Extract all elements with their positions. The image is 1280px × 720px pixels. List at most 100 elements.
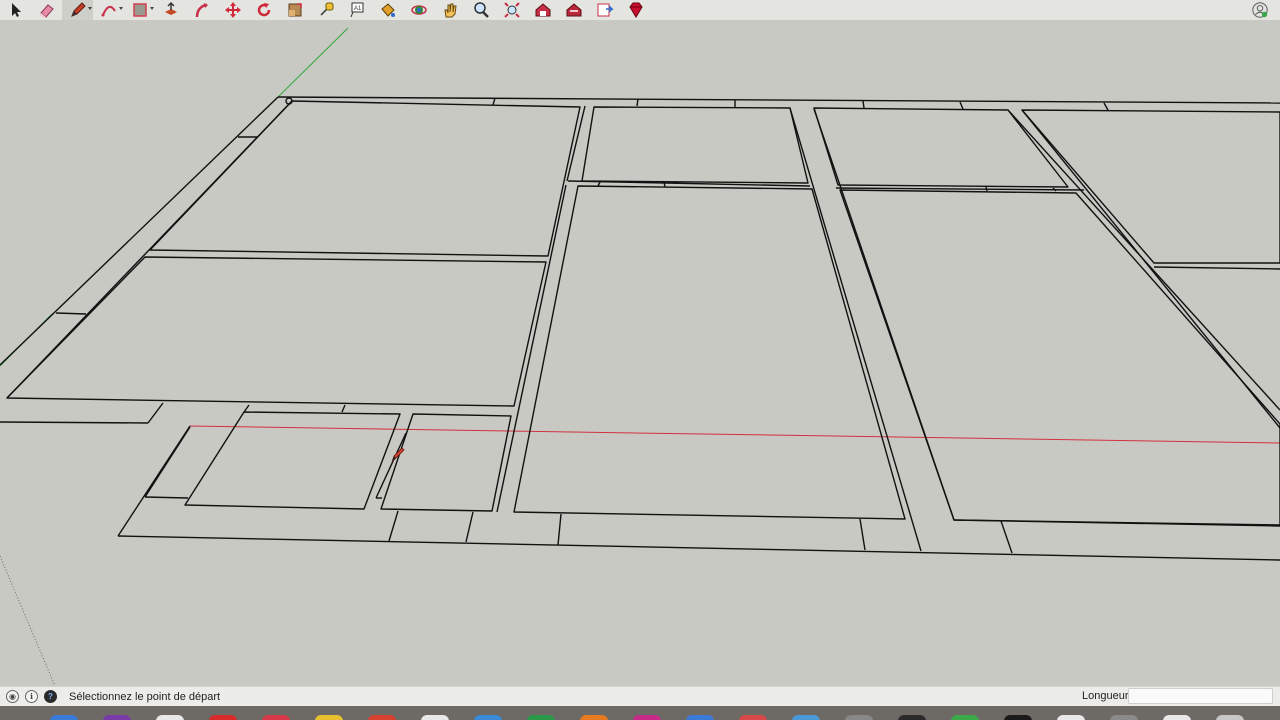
floor-plan-edges	[0, 96, 1280, 561]
wall-tick	[636, 98, 639, 107]
measurements-label: Longueur	[1082, 690, 1129, 702]
dropdown-caret-icon[interactable]	[119, 7, 123, 10]
credits-icon[interactable]: ℹ	[25, 690, 38, 703]
wall-tick	[492, 97, 496, 106]
dock-app-icon[interactable]	[1163, 715, 1191, 720]
select-tool-button[interactable]	[0, 0, 31, 20]
wall-left-middle	[496, 184, 567, 513]
tape-measure-tool-button[interactable]	[310, 0, 341, 20]
room-bottom-small-2	[380, 413, 512, 512]
paint-bucket-tool-button[interactable]	[372, 0, 403, 20]
move-tool-button[interactable]	[217, 0, 248, 20]
dock-app-icon[interactable]	[633, 715, 661, 720]
wall-segment	[859, 518, 866, 551]
green-axis	[277, 27, 349, 98]
wall-tick	[862, 100, 865, 109]
dock-app-icon[interactable]	[262, 715, 290, 720]
zoom-tool-button[interactable]	[465, 0, 496, 20]
bottom-wall	[147, 402, 164, 424]
floor-plan-drawing	[0, 27, 1280, 686]
wall-right-middle	[813, 108, 955, 521]
dock-app-icon[interactable]	[103, 715, 131, 720]
rotate-tool-icon	[257, 3, 270, 17]
follow-me-tool-button[interactable]	[186, 0, 217, 20]
send-to-layout-button[interactable]	[589, 0, 620, 20]
move-tool-icon	[224, 2, 241, 18]
tape-measure-tool-icon	[319, 2, 333, 16]
line-tool-button[interactable]	[62, 0, 93, 20]
follow-me-tool-icon	[195, 3, 208, 18]
eraser-tool-button[interactable]	[31, 0, 62, 20]
line-tool-icon	[70, 2, 86, 17]
text-tool-icon: A1	[350, 2, 363, 18]
dock-app-icon[interactable]	[209, 715, 237, 720]
wall-right-middle	[789, 107, 922, 552]
pan-tool-button[interactable]	[434, 0, 465, 20]
dock-app-icon[interactable]	[156, 715, 184, 720]
paint-bucket-tool-icon	[380, 3, 395, 17]
rotate-tool-button[interactable]	[248, 0, 279, 20]
wall-tick	[985, 186, 988, 192]
extension-warehouse-button[interactable]	[558, 0, 589, 20]
room-top-left	[149, 100, 581, 257]
dock-app-icon[interactable]	[315, 715, 343, 720]
outer-wall-left	[0, 96, 279, 366]
dock-app-icon[interactable]	[1216, 715, 1244, 720]
extension-manager-button[interactable]	[620, 0, 651, 20]
modeling-viewport[interactable]	[0, 20, 1280, 686]
wall-tick	[663, 181, 666, 188]
right-wall-edge	[1153, 266, 1280, 270]
dock-app-icon[interactable]	[50, 715, 78, 720]
instructor-icon[interactable]: ?	[44, 690, 57, 703]
dock-app-icon[interactable]	[421, 715, 449, 720]
extension-manager-icon	[628, 2, 643, 18]
geo-location-icon[interactable]: ◉	[6, 690, 19, 703]
wall-segment	[388, 510, 399, 542]
pan-tool-icon	[443, 3, 457, 18]
status-message: Sélectionnez le point de départ	[69, 690, 221, 703]
bottom-wall	[341, 404, 346, 413]
scale-tool-icon	[288, 3, 302, 17]
dock-app-icon[interactable]	[368, 715, 396, 720]
room-top-middle	[581, 106, 809, 184]
red-axis	[189, 425, 1280, 444]
dock-app-icon[interactable]	[898, 715, 926, 720]
zoom-extents-tool-icon	[503, 2, 520, 18]
send-to-layout-icon	[597, 3, 614, 17]
push-pull-tool-button[interactable]	[155, 0, 186, 20]
arc-tool-button[interactable]	[93, 0, 124, 20]
macos-dock	[0, 706, 1280, 720]
dropdown-caret-icon[interactable]	[150, 7, 154, 10]
text-tool-button[interactable]: A1	[341, 0, 372, 20]
dock-app-icon[interactable]	[792, 715, 820, 720]
dock-app-icon[interactable]	[1057, 715, 1085, 720]
dock-app-icon[interactable]	[580, 715, 608, 720]
dropdown-caret-icon[interactable]	[88, 7, 92, 10]
dock-app-icon[interactable]	[1004, 715, 1032, 720]
dock-app-icon[interactable]	[951, 715, 979, 720]
orbit-tool-icon	[410, 5, 427, 15]
corridor-edge	[835, 187, 1085, 191]
wall-segment	[557, 513, 562, 546]
dock-app-icon[interactable]	[845, 715, 873, 720]
zoom-extents-tool-button[interactable]	[496, 0, 527, 20]
dock-app-icon[interactable]	[686, 715, 714, 720]
wall-tick	[597, 181, 601, 187]
main-toolbar: A1	[0, 0, 1280, 20]
measurements-input[interactable]	[1128, 688, 1273, 704]
dock-app-icon[interactable]	[1110, 715, 1138, 720]
orbit-tool-button[interactable]	[403, 0, 434, 20]
select-tool-icon	[11, 3, 21, 17]
wall-tick	[1103, 102, 1109, 111]
dock-app-icon[interactable]	[527, 715, 555, 720]
dock-app-icon[interactable]	[474, 715, 502, 720]
3d-warehouse-button[interactable]	[527, 0, 558, 20]
bottom-wall	[0, 421, 149, 424]
profile-button[interactable]	[1250, 0, 1270, 20]
scale-tool-button[interactable]	[279, 0, 310, 20]
corridor-edge	[566, 105, 586, 182]
sketchup-window: A1 ◉ ℹ ? Sélectionnez le point de départ…	[0, 0, 1280, 720]
rectangle-tool-button[interactable]	[124, 0, 155, 20]
dock-app-icon[interactable]	[739, 715, 767, 720]
zoom-tool-icon	[473, 2, 489, 18]
